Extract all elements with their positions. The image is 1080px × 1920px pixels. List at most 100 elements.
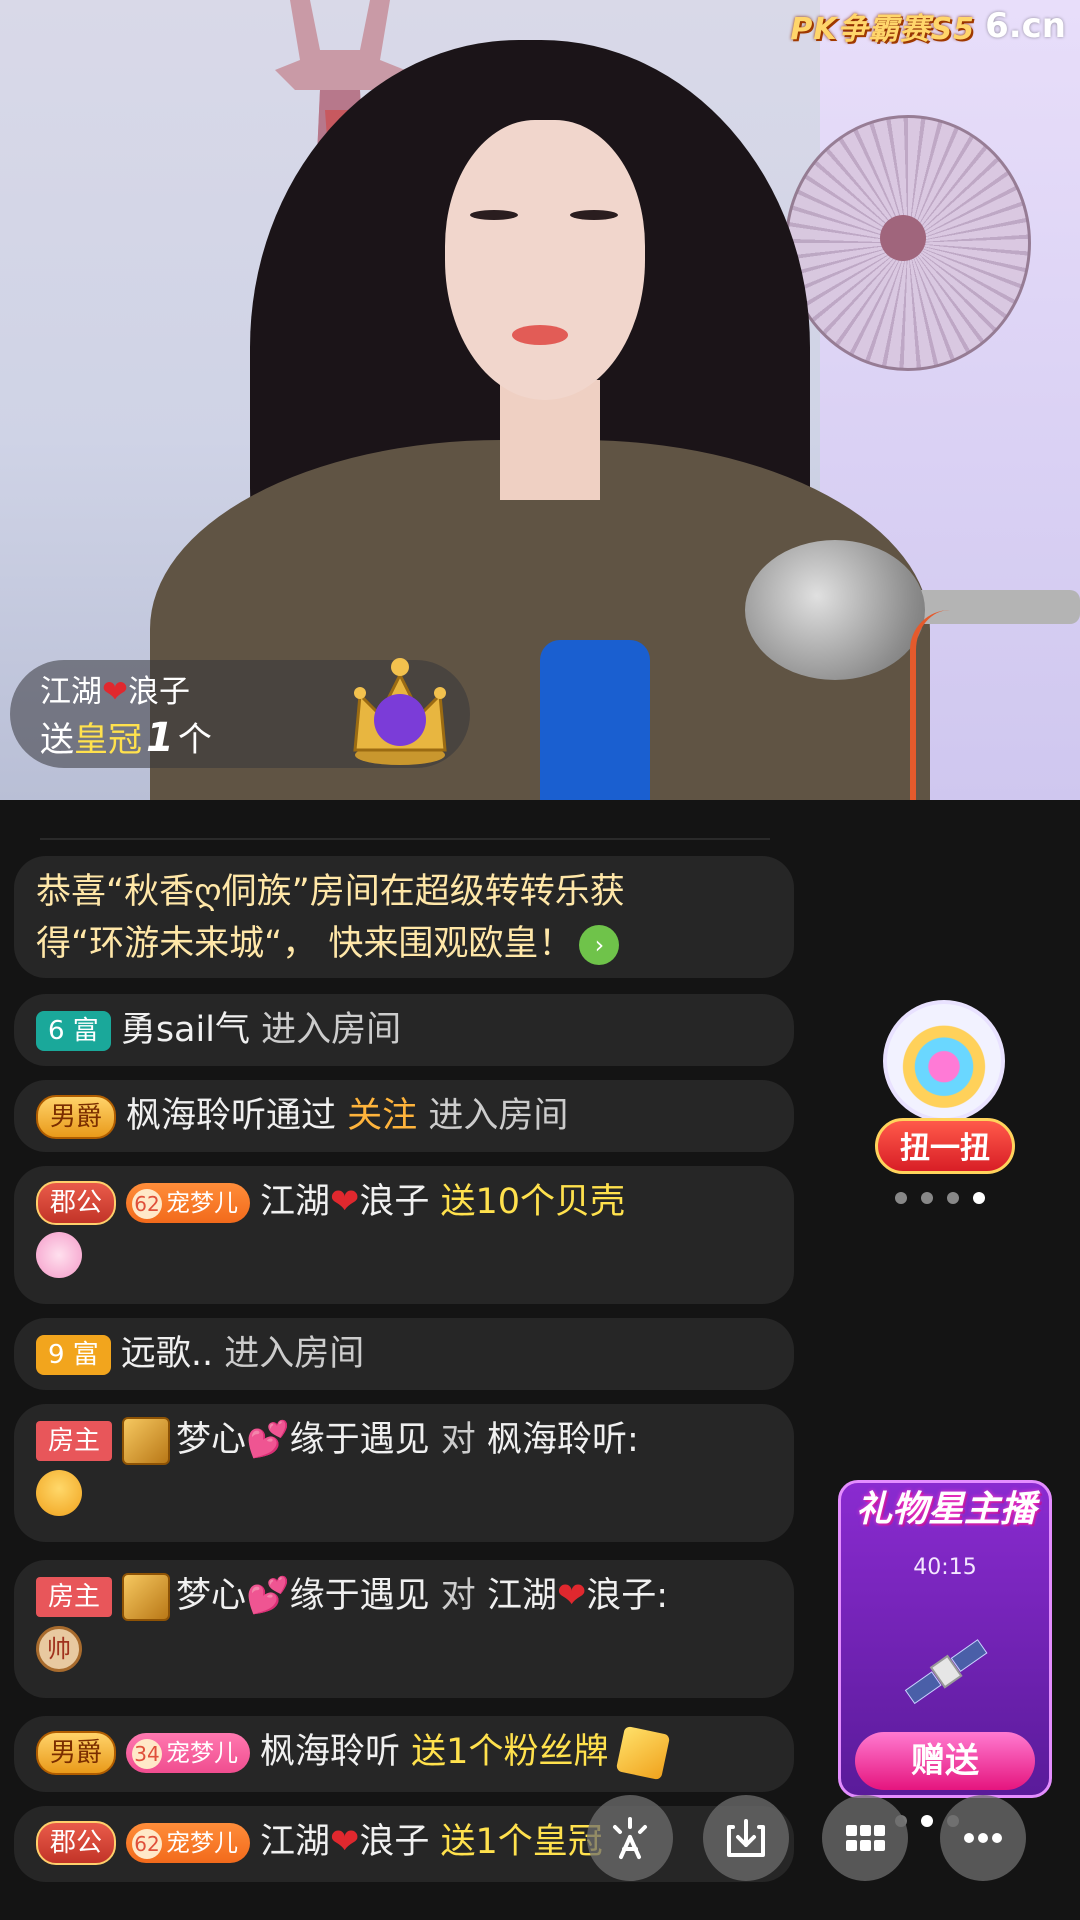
- pet-level: 62: [132, 1189, 163, 1219]
- user-name-left: 梦心: [176, 1576, 247, 1616]
- noble-badge: 男爵: [36, 1095, 117, 1139]
- page-dot-active: [921, 1815, 933, 1827]
- gift-text: 送1个皇冠: [440, 1822, 603, 1862]
- site-logo: 6.cn: [985, 6, 1066, 46]
- user-name[interactable]: 江湖❤浪子: [260, 1182, 429, 1222]
- heart-icon: ❤: [330, 1182, 360, 1222]
- gift-count: 1: [146, 715, 174, 761]
- wealth-badge: 9 富: [36, 1335, 111, 1375]
- more-icon: [964, 1833, 1002, 1843]
- gacha-button[interactable]: 扭一扭: [875, 1118, 1015, 1174]
- user-name[interactable]: 梦心💕缘于遇见: [176, 1420, 430, 1460]
- announcement-line-2: 得“环游未来城“， 快来围观欧皇！: [36, 924, 574, 964]
- chat-message[interactable]: 房主 梦心💕缘于遇见 对 枫海聆听:: [14, 1404, 794, 1542]
- noble-badge: 郡公: [36, 1821, 117, 1865]
- chat-message[interactable]: 房主 梦心💕缘于遇见 对 江湖❤浪子: 帅: [14, 1560, 794, 1698]
- page-dot: [947, 1192, 959, 1204]
- sender-name-right: 浪子: [127, 674, 190, 710]
- streamer-top: [540, 640, 650, 800]
- gold-bar-icon: [122, 1417, 171, 1465]
- user-name[interactable]: 梦心💕缘于遇见: [176, 1576, 430, 1616]
- target-name-left: 江湖: [486, 1576, 557, 1616]
- to-text: 对: [440, 1420, 476, 1460]
- pet-badge: 62 宠梦儿: [126, 1823, 251, 1863]
- grid-icon: [846, 1825, 885, 1851]
- chat-message[interactable]: 郡公 62 宠梦儿 江湖❤浪子 送1个皇冠: [14, 1806, 794, 1882]
- user-name-right: 浪子: [359, 1182, 430, 1222]
- announcement-line-1: 恭喜“秋香ღ侗族”房间在超级转转乐获: [36, 872, 625, 912]
- host-badge: 房主: [36, 1421, 113, 1461]
- send-gift-button[interactable]: 赠送: [855, 1732, 1035, 1790]
- heart-icon: ❤: [330, 1822, 360, 1862]
- gift-star-timer: 40:15: [913, 1555, 977, 1580]
- download-button[interactable]: [703, 1795, 789, 1881]
- user-name[interactable]: 勇sail气: [121, 1010, 250, 1050]
- chat-message[interactable]: 男爵 枫海聆听通过 关注 进入房间: [14, 1080, 794, 1152]
- pet-name: 宠梦儿: [166, 1739, 239, 1767]
- pet-badge: 34 宠梦儿: [126, 1733, 251, 1773]
- action-text: 进入房间: [428, 1096, 569, 1136]
- gacha-widget[interactable]: 扭一扭: [875, 1000, 1015, 1178]
- streamer-lips: [512, 325, 568, 345]
- page-dot-active: [973, 1192, 985, 1204]
- user-name-left: 梦心: [176, 1420, 247, 1460]
- chess-piece-sticker-icon: 帅: [36, 1626, 82, 1672]
- more-button[interactable]: [940, 1795, 1026, 1881]
- target-user[interactable]: 枫海聆听:: [487, 1420, 639, 1460]
- microphone: [745, 540, 925, 680]
- heart-icon: ❤: [102, 674, 128, 710]
- user-name[interactable]: 江湖❤浪子: [260, 1822, 429, 1862]
- chat-message[interactable]: 9 富远歌.. 进入房间: [14, 1318, 794, 1390]
- streamer-eye-right: [570, 210, 618, 220]
- pet-level: 34: [132, 1739, 163, 1769]
- gift-text: 送10个贝壳: [440, 1182, 626, 1222]
- host-badge: 房主: [36, 1577, 113, 1617]
- user-name-left: 江湖: [260, 1822, 331, 1862]
- user-name[interactable]: 枫海聆听通过: [126, 1096, 336, 1136]
- brand-logos: PK争霸赛S5 6.cn: [790, 4, 1066, 48]
- satellite-icon: [904, 1639, 988, 1705]
- to-text: 对: [440, 1576, 476, 1616]
- chat-divider: [40, 838, 770, 840]
- target-user[interactable]: 江湖❤浪子:: [487, 1576, 668, 1616]
- pet-name: 宠梦儿: [166, 1829, 239, 1857]
- streamer-eye-left: [470, 210, 518, 220]
- user-name-left: 江湖: [260, 1182, 331, 1222]
- system-announcement[interactable]: 恭喜“秋香ღ侗族”房间在超级转转乐获 得“环游未来城“， 快来围观欧皇！ ›: [14, 856, 794, 978]
- gift-description: 送皇冠 1 个: [40, 712, 212, 761]
- action-text: 进入房间: [261, 1010, 402, 1050]
- gift-prefix: 送: [40, 720, 74, 760]
- gift-name: 皇冠: [74, 720, 142, 760]
- fan-hub: [880, 215, 926, 261]
- heart-icon: ❤: [556, 1576, 587, 1616]
- action-text: 进入房间: [224, 1334, 365, 1374]
- user-name[interactable]: 枫海聆听: [260, 1732, 400, 1772]
- chat-message[interactable]: 6 富勇sail气 进入房间: [14, 994, 794, 1066]
- mic-cable: [910, 610, 996, 800]
- streamer-face: [445, 120, 645, 400]
- apps-grid-button[interactable]: [822, 1795, 908, 1881]
- page-dot: [921, 1192, 933, 1204]
- pet-level: 62: [132, 1829, 163, 1859]
- user-name[interactable]: 远歌..: [121, 1334, 213, 1374]
- lightbulb-icon: [613, 1817, 647, 1859]
- gift-sender: 江湖❤浪子: [40, 666, 190, 711]
- gold-bar-icon: [122, 1573, 171, 1621]
- go-arrow-icon[interactable]: ›: [579, 925, 620, 965]
- lightbulb-button[interactable]: [587, 1795, 673, 1881]
- download-icon: [727, 1819, 765, 1857]
- page-dot: [895, 1192, 907, 1204]
- follow-highlight: 关注: [347, 1096, 418, 1136]
- crown-icon: [353, 658, 447, 765]
- user-name-right: 缘于遇见: [289, 1576, 430, 1616]
- shell-icon: [36, 1232, 82, 1278]
- gacha-ball-icon: [883, 1000, 1005, 1122]
- user-name-right: 缘于遇见: [289, 1420, 430, 1460]
- chat-message[interactable]: 郡公 62 宠梦儿 江湖❤浪子 送10个贝壳: [14, 1166, 794, 1304]
- pk-tournament-logo: PK争霸赛S5: [790, 12, 976, 47]
- hearts-icon: 💕: [246, 1576, 290, 1616]
- gift-text: 送1个粉丝牌: [411, 1732, 609, 1772]
- pet-badge: 62 宠梦儿: [126, 1183, 251, 1223]
- chat-message[interactable]: 男爵 34 宠梦儿 枫海聆听 送1个粉丝牌: [14, 1716, 794, 1792]
- target-name-right: 浪子:: [586, 1576, 669, 1616]
